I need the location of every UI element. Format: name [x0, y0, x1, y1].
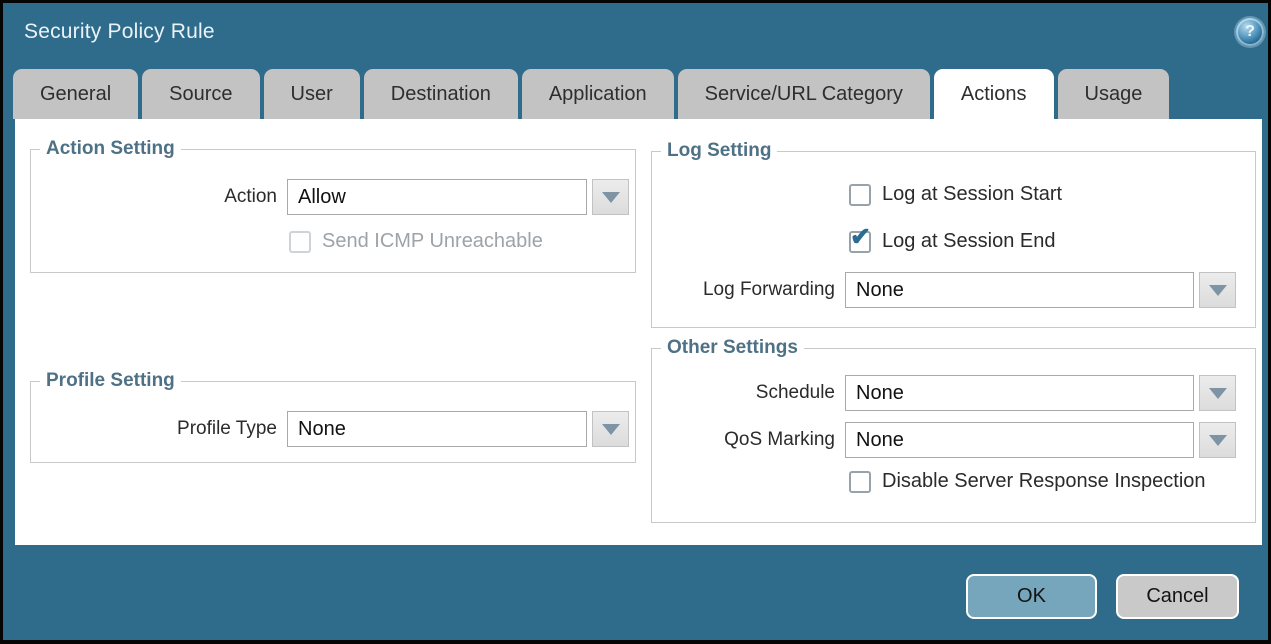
profile-type-dropdown-value[interactable]: None: [287, 411, 587, 447]
tab-content-panel: Action Setting Action Allow ✔ Send ICMP …: [15, 119, 1262, 545]
log-session-start-label: Log at Session Start: [882, 183, 1062, 206]
send-icmp-row: ✔ Send ICMP Unreachable: [289, 230, 543, 253]
tab-user[interactable]: User: [264, 69, 360, 119]
tab-destination[interactable]: Destination: [364, 69, 518, 119]
schedule-dropdown-value[interactable]: None: [845, 375, 1194, 411]
chevron-down-icon: [602, 424, 620, 435]
dsri-checkbox[interactable]: ✔: [849, 471, 871, 493]
send-icmp-checkbox[interactable]: ✔: [289, 231, 311, 253]
profile-type-row: Profile Type None: [31, 411, 629, 447]
action-setting-title: Action Setting: [40, 138, 181, 160]
profile-setting-section: Profile Setting Profile Type None: [30, 381, 636, 463]
log-session-end-row: ✔ Log at Session End: [849, 230, 1055, 253]
qos-marking-dropdown-value[interactable]: None: [845, 422, 1194, 458]
profile-type-dropdown-button[interactable]: [592, 411, 629, 447]
dialog-title: Security Policy Rule: [24, 20, 215, 44]
log-forwarding-label: Log Forwarding: [652, 279, 845, 301]
action-setting-section: Action Setting Action Allow ✔ Send ICMP …: [30, 149, 636, 273]
action-row: Action Allow: [31, 179, 629, 215]
dsri-label: Disable Server Response Inspection: [882, 470, 1206, 493]
action-label: Action: [31, 186, 287, 208]
chevron-down-icon: [1209, 285, 1227, 296]
qos-marking-label: QoS Marking: [652, 429, 845, 451]
schedule-label: Schedule: [652, 382, 845, 404]
ok-button[interactable]: OK: [966, 574, 1097, 619]
tab-application[interactable]: Application: [522, 69, 674, 119]
action-dropdown-value[interactable]: Allow: [287, 179, 587, 215]
help-icon[interactable]: ?: [1236, 18, 1264, 46]
tab-general[interactable]: General: [13, 69, 138, 119]
tab-bar: General Source User Destination Applicat…: [13, 69, 1169, 119]
schedule-dropdown-button[interactable]: [1199, 375, 1236, 411]
dsri-row: ✔ Disable Server Response Inspection: [849, 470, 1206, 493]
tab-actions[interactable]: Actions: [934, 69, 1054, 119]
chevron-down-icon: [602, 192, 620, 203]
profile-type-label: Profile Type: [31, 418, 287, 440]
tab-usage[interactable]: Usage: [1058, 69, 1170, 119]
log-setting-title: Log Setting: [661, 140, 777, 162]
log-forwarding-dropdown-button[interactable]: [1199, 272, 1236, 308]
schedule-dropdown[interactable]: None: [845, 375, 1236, 411]
log-forwarding-dropdown-value[interactable]: None: [845, 272, 1194, 308]
action-dropdown-button[interactable]: [592, 179, 629, 215]
log-session-start-row: ✔ Log at Session Start: [849, 183, 1062, 206]
log-setting-section: Log Setting ✔ Log at Session Start ✔ Log…: [651, 151, 1256, 328]
security-policy-rule-dialog: Security Policy Rule ? General Source Us…: [0, 0, 1271, 644]
schedule-row: Schedule None: [652, 375, 1236, 411]
log-forwarding-row: Log Forwarding None: [652, 272, 1236, 308]
qos-marking-dropdown[interactable]: None: [845, 422, 1236, 458]
send-icmp-label: Send ICMP Unreachable: [322, 230, 543, 253]
cancel-button[interactable]: Cancel: [1116, 574, 1239, 619]
qos-marking-dropdown-button[interactable]: [1199, 422, 1236, 458]
log-session-end-label: Log at Session End: [882, 230, 1055, 253]
check-icon: ✔: [850, 225, 871, 250]
tab-service-url-category[interactable]: Service/URL Category: [678, 69, 930, 119]
log-session-start-checkbox[interactable]: ✔: [849, 184, 871, 206]
log-session-end-checkbox[interactable]: ✔: [849, 231, 871, 253]
other-settings-title: Other Settings: [661, 337, 804, 359]
action-dropdown[interactable]: Allow: [287, 179, 629, 215]
other-settings-section: Other Settings Schedule None QoS Marking…: [651, 348, 1256, 523]
profile-type-dropdown[interactable]: None: [287, 411, 629, 447]
chevron-down-icon: [1209, 388, 1227, 399]
profile-setting-title: Profile Setting: [40, 370, 181, 392]
chevron-down-icon: [1209, 435, 1227, 446]
qos-marking-row: QoS Marking None: [652, 422, 1236, 458]
log-forwarding-dropdown[interactable]: None: [845, 272, 1236, 308]
tab-source[interactable]: Source: [142, 69, 259, 119]
